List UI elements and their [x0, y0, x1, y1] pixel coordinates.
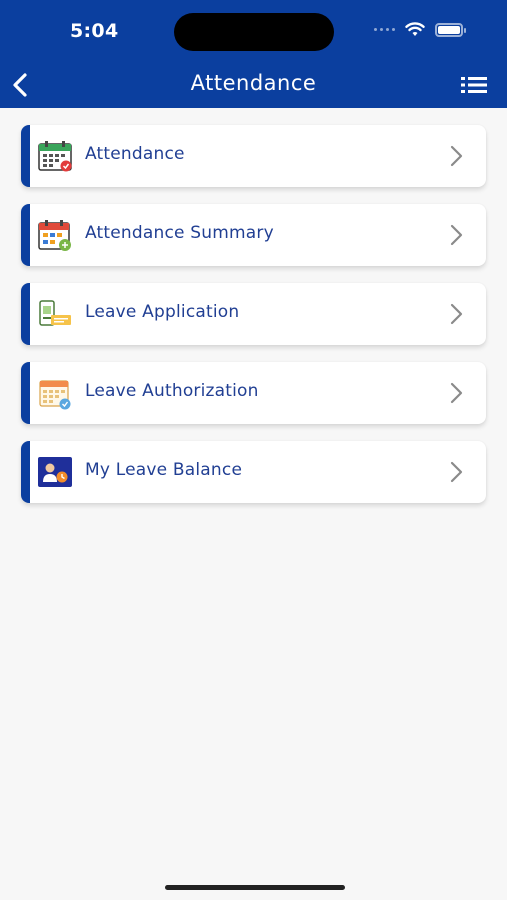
- card-accent: [21, 283, 30, 345]
- attendance-calendar-icon: [38, 141, 72, 172]
- leave-authorization-icon: [39, 380, 71, 410]
- list-menu-icon[interactable]: [459, 74, 489, 96]
- camera-notch: [174, 13, 334, 51]
- page-title: Attendance: [190, 71, 317, 95]
- chevron-right-icon: [450, 382, 463, 404]
- menu-item-label: My Leave Balance: [85, 460, 243, 480]
- menu-item-leave-authorization[interactable]: Leave Authorization: [21, 362, 486, 424]
- menu-item-label: Attendance Summary: [85, 223, 274, 243]
- menu-item-label: Leave Application: [85, 302, 240, 322]
- chevron-right-icon: [450, 145, 463, 167]
- status-time: 5:04: [70, 20, 119, 42]
- chevron-right-icon: [450, 224, 463, 246]
- chevron-right-icon: [450, 303, 463, 325]
- menu-item-label: Leave Authorization: [85, 381, 259, 401]
- card-accent: [21, 441, 30, 503]
- menu-item-attendance-summary[interactable]: Attendance Summary: [21, 204, 486, 266]
- status-indicators: [374, 22, 466, 37]
- attendance-menu-list: Attendance Attendance Summary Leave Appl…: [21, 125, 486, 520]
- leave-application-icon: [39, 300, 71, 326]
- chevron-right-icon: [450, 461, 463, 483]
- card-accent: [21, 362, 30, 424]
- menu-item-my-leave-balance[interactable]: My Leave Balance: [21, 441, 486, 503]
- menu-item-attendance[interactable]: Attendance: [21, 125, 486, 187]
- menu-item-label: Attendance: [85, 144, 185, 164]
- menu-item-leave-application[interactable]: Leave Application: [21, 283, 486, 345]
- leave-balance-icon: [38, 457, 72, 487]
- cellular-signal-icon: [374, 28, 395, 31]
- card-accent: [21, 125, 30, 187]
- wifi-icon: [405, 22, 425, 36]
- battery-icon: [435, 22, 466, 37]
- card-accent: [21, 204, 30, 266]
- attendance-summary-icon: [38, 220, 71, 251]
- home-indicator[interactable]: [165, 885, 345, 890]
- top-bar: 5:04 Attendance: [0, 0, 507, 108]
